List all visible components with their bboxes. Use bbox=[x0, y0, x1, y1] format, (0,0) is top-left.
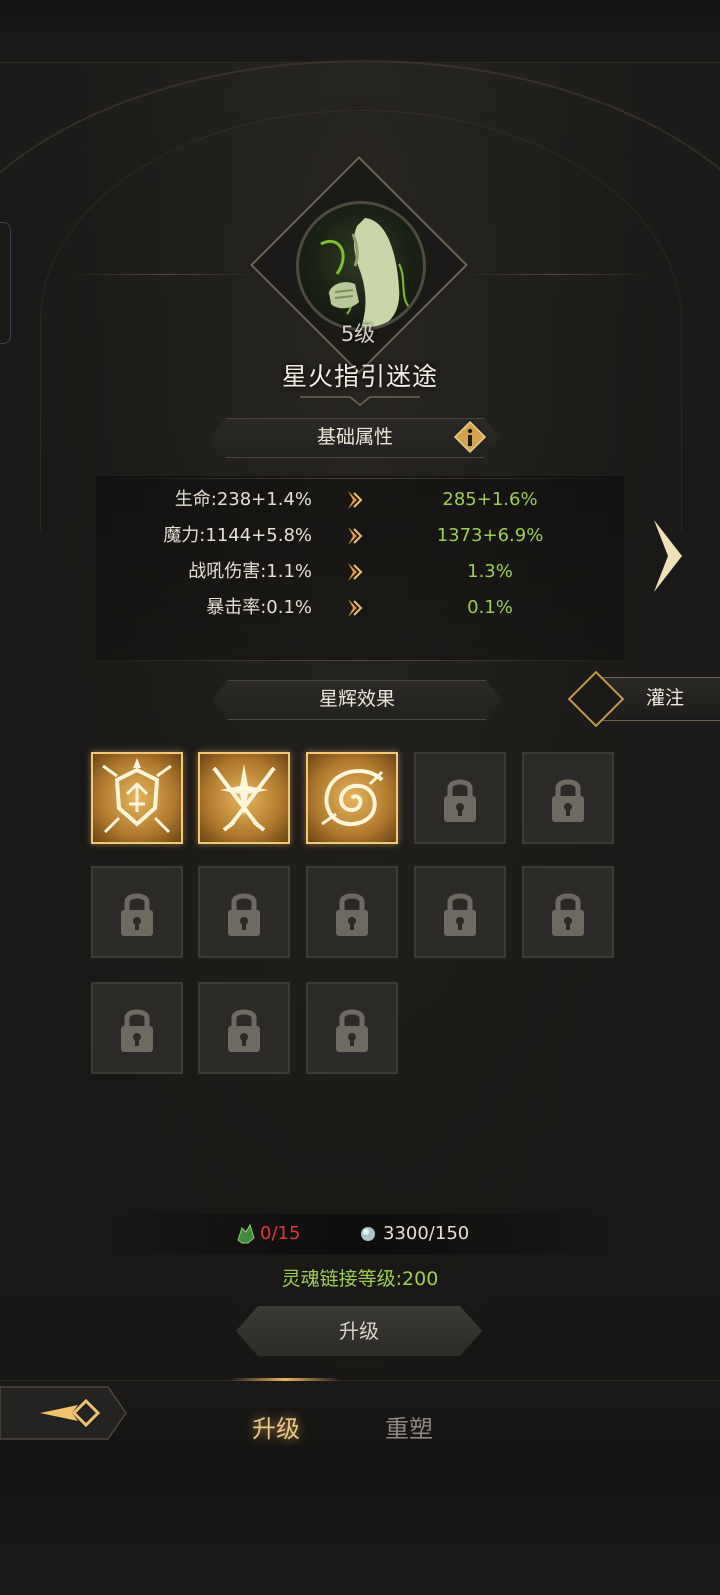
stat-next: 1373+6.9% bbox=[436, 525, 544, 546]
skill-upgrade-screen: 5级 星火指引迷途 基础属性 生命:238+1.4% 285+1.6% 魔力:1… bbox=[0, 0, 720, 1595]
currency-cost: 3300/150 bbox=[383, 1223, 470, 1244]
stat-current: 生命:238+1.4% bbox=[174, 489, 312, 510]
locked-effect-slot[interactable] bbox=[198, 866, 290, 958]
stat-next: 1.3% bbox=[467, 561, 513, 582]
lock-icon bbox=[336, 1009, 368, 1052]
lock-icon bbox=[552, 893, 584, 936]
stat-next: 0.1% bbox=[467, 597, 513, 618]
stat-row: 魔力:1144+5.8% 1373+6.9% bbox=[0, 518, 720, 554]
spiral-vortex-icon bbox=[321, 769, 384, 826]
soul-link-requirement: 灵魂链接等级:200 bbox=[281, 1268, 439, 1290]
skill-portrait-icon bbox=[296, 201, 426, 331]
arrow-right-icon bbox=[348, 563, 363, 581]
skill-name: 星火指引迷途 bbox=[281, 362, 438, 391]
skill-emblem: 5级 bbox=[250, 156, 468, 374]
lock-icon bbox=[228, 1009, 260, 1052]
lock-icon bbox=[444, 779, 476, 822]
divider-left bbox=[70, 274, 260, 275]
bottom-frame bbox=[0, 1472, 720, 1595]
shield-arrows-icon bbox=[102, 758, 172, 834]
active-tab-glow bbox=[230, 1378, 340, 1381]
lock-icon bbox=[444, 893, 476, 936]
material-cost: 0/15 bbox=[260, 1223, 301, 1244]
green-crystal-icon bbox=[237, 1223, 255, 1244]
arrow-right-icon bbox=[348, 527, 363, 545]
locked-effect-slot[interactable] bbox=[91, 866, 183, 958]
stat-row: 暴击率:0.1% 0.1% bbox=[0, 590, 720, 626]
star-effects-title: 星辉效果 bbox=[318, 688, 395, 710]
soul-orb-icon bbox=[361, 1227, 375, 1241]
locked-effect-slot[interactable] bbox=[522, 866, 614, 958]
lock-icon bbox=[228, 893, 260, 936]
top-frame bbox=[0, 0, 720, 63]
infuse-label[interactable]: 灌注 bbox=[620, 677, 710, 719]
info-icon[interactable] bbox=[453, 420, 487, 454]
stats-top-border bbox=[96, 478, 624, 479]
stats-bottom-border bbox=[96, 660, 624, 661]
locked-effect-slot[interactable] bbox=[414, 866, 506, 958]
left-edge-handle[interactable] bbox=[0, 222, 11, 344]
tab-reforge[interactable]: 重塑 bbox=[385, 1412, 433, 1446]
lock-icon bbox=[121, 1009, 153, 1052]
locked-effect-slot[interactable] bbox=[91, 982, 183, 1074]
star-effect-slot[interactable] bbox=[306, 752, 398, 844]
locked-effect-slot[interactable] bbox=[198, 982, 290, 1074]
next-page-chevron-icon[interactable] bbox=[648, 516, 688, 596]
arrow-right-icon bbox=[348, 599, 363, 617]
locked-effect-slot[interactable] bbox=[414, 752, 506, 844]
name-underline-ornament bbox=[300, 396, 420, 406]
arrow-right-icon bbox=[348, 491, 363, 509]
stat-next: 285+1.6% bbox=[442, 489, 538, 510]
divider-right bbox=[460, 274, 650, 275]
stat-current: 战吼伤害:1.1% bbox=[188, 561, 312, 582]
lock-icon bbox=[121, 893, 153, 936]
stat-row: 战吼伤害:1.1% 1.3% bbox=[0, 554, 720, 590]
tab-upgrade[interactable]: 升级 bbox=[252, 1412, 300, 1446]
locked-effect-slot[interactable] bbox=[306, 866, 398, 958]
locked-effect-slot[interactable] bbox=[522, 752, 614, 844]
stat-current: 魔力:1144+5.8% bbox=[163, 525, 312, 546]
skill-level: 5级 bbox=[340, 322, 376, 346]
upgrade-button-label[interactable]: 升级 bbox=[236, 1306, 482, 1356]
stat-row: 生命:238+1.4% 285+1.6% bbox=[0, 482, 720, 518]
back-button[interactable] bbox=[0, 1383, 128, 1443]
star-effect-slot[interactable] bbox=[91, 752, 183, 844]
lock-icon bbox=[336, 893, 368, 936]
stat-current: 暴击率:0.1% bbox=[206, 597, 312, 618]
star-effect-slot[interactable] bbox=[198, 752, 290, 844]
crossed-swords-star-icon bbox=[212, 764, 276, 832]
locked-effect-slot[interactable] bbox=[306, 982, 398, 1074]
lock-icon bbox=[552, 779, 584, 822]
